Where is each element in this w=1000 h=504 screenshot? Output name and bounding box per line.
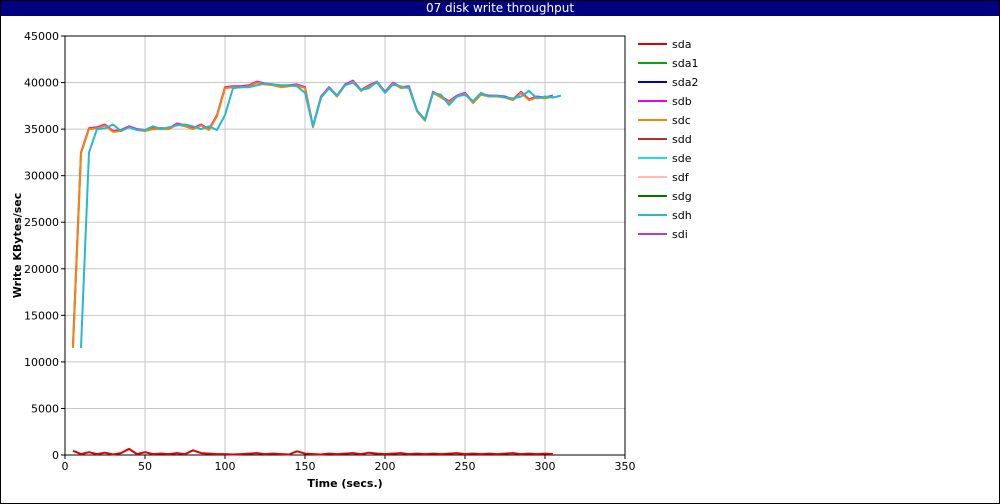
x-axis-ticks: 0 50 100 150 200 250 300 350 xyxy=(62,455,636,473)
legend-label-sda: sda xyxy=(672,38,691,51)
legend-label-sdi: sdi xyxy=(672,228,688,241)
legend: sda sda1 sda2 sdb sdc sdd sde sdf sdg sdh sdi xyxy=(638,38,698,241)
y-tick-label-3: 15000 xyxy=(24,309,59,322)
y-tick-label-0: 0 xyxy=(52,449,59,462)
legend-label-sda1: sda1 xyxy=(672,57,698,70)
y-axis-label: Write KBytes/sec xyxy=(11,193,24,299)
legend-label-sdd: sdd xyxy=(672,133,692,146)
y-tick-label-6: 30000 xyxy=(24,170,59,183)
legend-label-sdg: sdg xyxy=(672,190,692,203)
legend-label-sdh: sdh xyxy=(672,209,692,222)
legend-label-sda2: sda2 xyxy=(672,76,698,89)
series-line-sdh xyxy=(80,80,562,348)
x-tick-label-3: 150 xyxy=(295,460,316,473)
y-tick-label-5: 25000 xyxy=(24,216,59,229)
y-tick-label-8: 40000 xyxy=(24,77,59,90)
y-tick-label-7: 35000 xyxy=(24,123,59,136)
x-tick-label-4: 200 xyxy=(375,460,396,473)
x-tick-label-1: 50 xyxy=(138,460,152,473)
legend-label-sdc: sdc xyxy=(672,114,691,127)
x-tick-label-5: 250 xyxy=(455,460,476,473)
x-tick-label-6: 300 xyxy=(535,460,556,473)
x-tick-label-7: 350 xyxy=(615,460,636,473)
y-tick-label-2: 10000 xyxy=(24,356,59,369)
legend-label-sde: sde xyxy=(672,152,692,165)
legend-label-sdb: sdb xyxy=(672,95,692,108)
legend-label-sdf: sdf xyxy=(672,171,690,184)
y-axis-ticks: 0 5000 10000 15000 20000 25000 30000 35000 40000… xyxy=(24,30,65,462)
series-lines xyxy=(72,79,562,456)
y-tick-label-4: 20000 xyxy=(24,263,59,276)
y-tick-label-9: 45000 xyxy=(24,30,59,43)
chart-canvas: 0 5000 10000 15000 20000 25000 30000 35000 40000… xyxy=(11,30,698,490)
x-tick-label-0: 0 xyxy=(62,460,69,473)
y-tick-label-1: 5000 xyxy=(31,402,59,415)
x-axis-label: Time (secs.) xyxy=(307,477,382,490)
x-tick-label-2: 100 xyxy=(215,460,236,473)
